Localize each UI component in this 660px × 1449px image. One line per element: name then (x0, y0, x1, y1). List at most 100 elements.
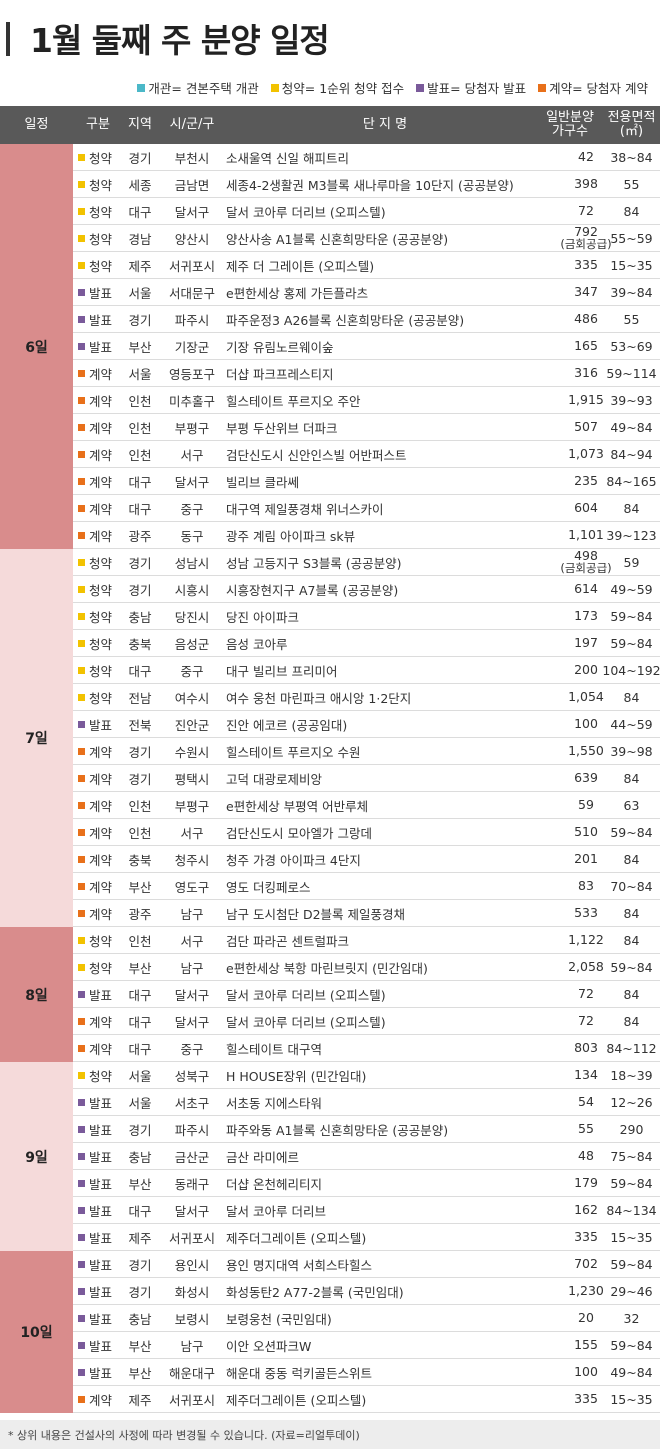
table-row: 청약 경기 성남시 성남 고등지구 S3블록 (공공분양) 498 (금회공급) 59 (73, 549, 660, 576)
area-cell: 18~39 (610, 1067, 653, 1083)
complex-name-cell: 화성동탄2 A77-2블록 (국민임대) (226, 1284, 404, 1300)
type-marker (78, 900, 86, 926)
type-cell: 계약 (89, 501, 113, 517)
complex-name-cell: 힐스테이트 푸르지오 수원 (226, 744, 361, 760)
table-row: 계약 경기 평택시 고덕 대광로제비앙 639 84 (73, 765, 660, 792)
city-cell: 서구 (180, 825, 204, 841)
complex-name-cell: 힐스테이트 대구역 (226, 1041, 322, 1057)
type-cell: 계약 (89, 825, 113, 841)
type-square-icon (78, 1152, 85, 1160)
area-cell: 59~84 (610, 1256, 653, 1272)
region-cell: 부산 (128, 1338, 152, 1354)
type-cell: 계약 (89, 393, 113, 409)
type-cell: 계약 (89, 744, 113, 760)
type-square-icon (78, 369, 85, 377)
type-square-icon (78, 774, 85, 782)
area-cell: 15~35 (610, 257, 653, 273)
type-marker (78, 1332, 86, 1358)
area-cell: 39~93 (610, 392, 653, 408)
type-cell: 청약 (89, 582, 113, 598)
table-row: 계약 대구 중구 힐스테이트 대구역 803 84~112 (73, 1035, 660, 1062)
type-marker (78, 1278, 86, 1304)
units-value: 100 (574, 715, 598, 731)
city-cell: 서구 (180, 447, 204, 463)
table-row: 계약 광주 동구 광주 계림 아이파크 sk뷰 1,101 39~123 (73, 522, 660, 549)
table-row: 계약 대구 달서구 빌리브 클라쎄 235 84~165 (73, 468, 660, 495)
city-cell: 금남면 (174, 177, 210, 193)
table-row: 계약 대구 달서구 달서 코아루 더리브 (오피스텔) 72 84 (73, 1008, 660, 1035)
units-value: 179 (574, 1174, 598, 1190)
city-cell: 영도구 (174, 879, 210, 895)
type-cell: 발표 (89, 1257, 113, 1273)
type-square-icon (78, 909, 85, 917)
table-row: 발표 충남 금산군 금산 라미에르 48 75~84 (73, 1143, 660, 1170)
area-cell: 84~112 (606, 1040, 657, 1056)
type-square-icon (78, 720, 85, 728)
type-marker (78, 252, 86, 278)
region-cell: 충남 (128, 1311, 152, 1327)
region-cell: 인천 (128, 933, 152, 949)
type-square-icon (78, 1314, 85, 1322)
complex-name-cell: 달서 코아루 더리브 (오피스텔) (226, 987, 386, 1003)
type-marker (78, 387, 86, 413)
units-value: 72 (578, 202, 594, 218)
city-cell: 수원시 (174, 744, 210, 760)
units-value: 1,550 (568, 742, 604, 758)
complex-name-cell: 검단신도시 신안인스빌 어반퍼스트 (226, 447, 407, 463)
type-marker (78, 1305, 86, 1331)
header-region: 지역 (128, 117, 152, 133)
units-value: 486 (574, 310, 598, 326)
units-value: 55 (578, 1120, 594, 1136)
area-cell: 84 (623, 770, 640, 786)
table-row: 발표 서울 서초구 서초동 지에스타워 54 12~26 (73, 1089, 660, 1116)
complex-name-cell: 이안 오션파크W (226, 1338, 312, 1354)
complex-name-cell: 부평 두산위브 더파크 (226, 420, 338, 436)
complex-name-cell: e편한세상 홍제 가든플라츠 (226, 285, 369, 301)
type-square-icon (78, 1287, 85, 1295)
city-cell: 미추홀구 (168, 393, 215, 409)
table-row: 계약 대구 중구 대구역 제일풍경채 위너스카이 604 84 (73, 495, 660, 522)
units-value: 200 (574, 661, 598, 677)
complex-name-cell: H HOUSE장위 (민간임대) (226, 1068, 367, 1084)
type-marker (78, 1251, 86, 1277)
type-square-icon (78, 666, 85, 674)
type-marker (78, 819, 86, 845)
complex-name-cell: 해운대 중동 럭키골든스위트 (226, 1365, 372, 1381)
type-cell: 청약 (89, 960, 113, 976)
area-cell: 59~84 (610, 824, 653, 840)
legend-label: 발표= 당첨자 발표 (427, 81, 527, 96)
city-cell: 진안군 (174, 717, 210, 733)
area-cell: 84 (623, 689, 640, 705)
region-cell: 제주 (128, 1230, 152, 1246)
units-value: 1,101 (568, 526, 604, 542)
type-cell: 발표 (89, 1176, 113, 1192)
legend: 개관= 견본주택 개관 청약= 1순위 청약 접수 발표= 당첨자 발표 계약= 당첨… (137, 78, 648, 97)
legend-label: 계약= 당첨자 계약 (549, 81, 648, 96)
area-cell: 84 (623, 986, 640, 1002)
type-marker (78, 603, 86, 629)
type-cell: 발표 (89, 312, 113, 328)
type-square-icon (78, 585, 85, 593)
region-cell: 광주 (128, 528, 152, 544)
region-cell: 인천 (128, 420, 152, 436)
complex-name-cell: 달서 코아루 더리브 (오피스텔) (226, 204, 386, 220)
region-cell: 대구 (128, 1203, 152, 1219)
footnote: * 상위 내용은 건설사의 사정에 따라 변경될 수 있습니다. (자료=리얼투… (0, 1420, 660, 1449)
type-square-icon (78, 1395, 85, 1403)
city-cell: 달서구 (174, 987, 210, 1003)
complex-name-cell: 파주운정3 A26블록 신혼희망타운 (공공분양) (226, 312, 465, 328)
table-row: 계약 인천 서구 검단신도시 모아엘가 그랑데 510 59~84 (73, 819, 660, 846)
area-cell: 59~84 (610, 1337, 653, 1353)
type-cell: 계약 (89, 420, 113, 436)
title-bar: 1월 둘째 주 분양 일정 (0, 0, 660, 70)
type-square-icon (78, 639, 85, 647)
legend-label: 개관= 견본주택 개관 (148, 81, 259, 96)
type-marker (78, 1035, 86, 1061)
area-cell: 84 (623, 932, 640, 948)
type-cell: 발표 (89, 987, 113, 1003)
type-cell: 발표 (89, 1338, 113, 1354)
type-marker (78, 765, 86, 791)
complex-name-cell: 파주와동 A1블록 신혼희망타운 (공공분양) (226, 1122, 449, 1138)
units-value: 42 (578, 148, 594, 164)
city-cell: 달서구 (174, 1203, 210, 1219)
